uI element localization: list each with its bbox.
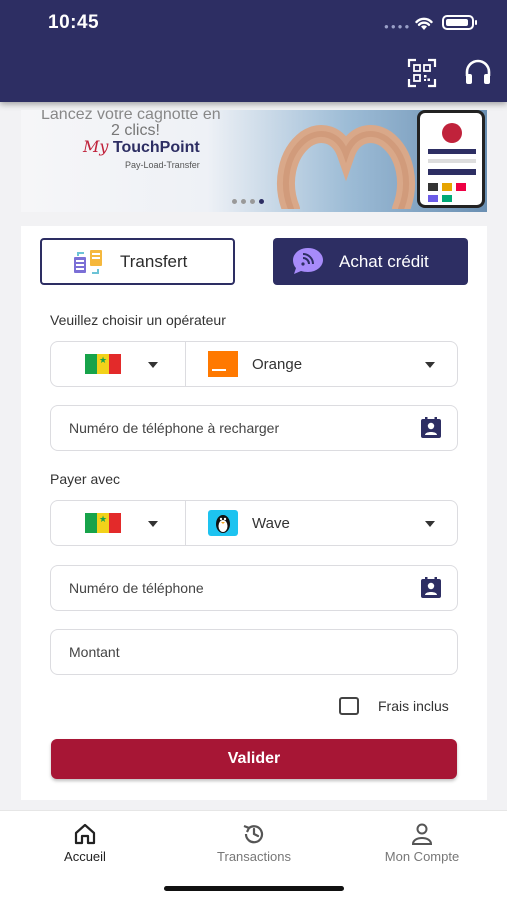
home-indicator[interactable] bbox=[164, 886, 344, 891]
operator-country-select[interactable] bbox=[51, 342, 186, 386]
banner-subtitle: Pay-Load-Transfer bbox=[125, 160, 200, 170]
payment-method-select[interactable]: Wave bbox=[187, 501, 457, 545]
orange-logo-icon bbox=[208, 351, 238, 377]
carousel-dot[interactable] bbox=[232, 199, 237, 204]
nav-label: Accueil bbox=[64, 849, 106, 864]
heart-hands-image bbox=[277, 125, 415, 209]
pay-with-label: Payer avec bbox=[50, 471, 121, 487]
tab-achat-label: Achat crédit bbox=[339, 251, 429, 271]
contact-book-icon[interactable] bbox=[419, 576, 443, 600]
recharge-phone-placeholder: Numéro de téléphone à recharger bbox=[69, 420, 280, 436]
tab-transfert-label: Transfert bbox=[120, 251, 188, 271]
chevron-down-icon bbox=[425, 521, 435, 527]
phone-mockup-image bbox=[417, 110, 485, 208]
nav-mon-compte[interactable]: Mon Compte bbox=[352, 821, 492, 864]
wifi-icon bbox=[415, 17, 433, 30]
operator-select[interactable]: Orange bbox=[187, 342, 457, 386]
logo-my: My bbox=[83, 137, 109, 156]
amount-placeholder: Montant bbox=[69, 644, 120, 660]
fees-included-checkbox[interactable] bbox=[339, 697, 359, 715]
phone-placeholder: Numéro de téléphone bbox=[69, 580, 204, 596]
nav-transactions[interactable]: Transactions bbox=[184, 821, 324, 864]
wave-logo-icon bbox=[208, 510, 238, 536]
qr-scan-icon[interactable] bbox=[407, 58, 437, 88]
battery-icon bbox=[442, 15, 477, 30]
senegal-flag-icon bbox=[85, 354, 121, 374]
chat-bubble-icon bbox=[293, 248, 323, 274]
chevron-down-icon bbox=[148, 362, 158, 368]
home-icon bbox=[74, 823, 96, 845]
nav-accueil[interactable]: Accueil bbox=[15, 821, 155, 864]
form-card: Transfert Achat crédit Veuillez choisir … bbox=[21, 226, 487, 800]
recharge-phone-field[interactable]: Numéro de téléphone à recharger bbox=[50, 405, 458, 451]
amount-field[interactable]: Montant bbox=[50, 629, 458, 675]
submit-button[interactable]: Valider bbox=[51, 739, 457, 779]
payment-select-row: Wave bbox=[50, 500, 458, 546]
operator-select-row: Orange bbox=[50, 341, 458, 387]
carousel-dots[interactable] bbox=[232, 199, 264, 204]
tab-achat-credit[interactable]: Achat crédit bbox=[273, 238, 468, 285]
brand-logo: My TouchPoint bbox=[83, 137, 200, 157]
senegal-flag-icon bbox=[85, 513, 121, 533]
contact-book-icon[interactable] bbox=[419, 416, 443, 440]
operator-name: Orange bbox=[252, 356, 303, 373]
payment-method-name: Wave bbox=[252, 515, 290, 532]
logo-name: TouchPoint bbox=[112, 139, 200, 156]
signal-icon: ●●●● bbox=[384, 22, 412, 31]
chevron-down-icon bbox=[148, 521, 158, 527]
transfer-icon bbox=[74, 250, 102, 274]
chevron-down-icon bbox=[425, 362, 435, 368]
operator-label: Veuillez choisir un opérateur bbox=[50, 312, 226, 328]
phone-field[interactable]: Numéro de téléphone bbox=[50, 565, 458, 611]
carousel-dot[interactable] bbox=[250, 199, 255, 204]
tab-transfert[interactable]: Transfert bbox=[40, 238, 235, 285]
history-icon bbox=[243, 824, 264, 844]
headset-icon[interactable] bbox=[463, 58, 493, 88]
status-time: 10:45 bbox=[48, 12, 100, 33]
promo-banner[interactable]: Lancez votre cagnotte en 2 clics! My Tou… bbox=[21, 110, 487, 212]
carousel-dot-active[interactable] bbox=[259, 199, 264, 204]
nav-label: Transactions bbox=[217, 849, 291, 864]
nav-label: Mon Compte bbox=[384, 849, 460, 864]
payment-country-select[interactable] bbox=[51, 501, 186, 545]
user-icon bbox=[411, 823, 433, 845]
fees-included-label: Frais inclus bbox=[378, 698, 449, 714]
carousel-dot[interactable] bbox=[241, 199, 246, 204]
app-header: 10:45 ●●●● bbox=[0, 0, 507, 102]
